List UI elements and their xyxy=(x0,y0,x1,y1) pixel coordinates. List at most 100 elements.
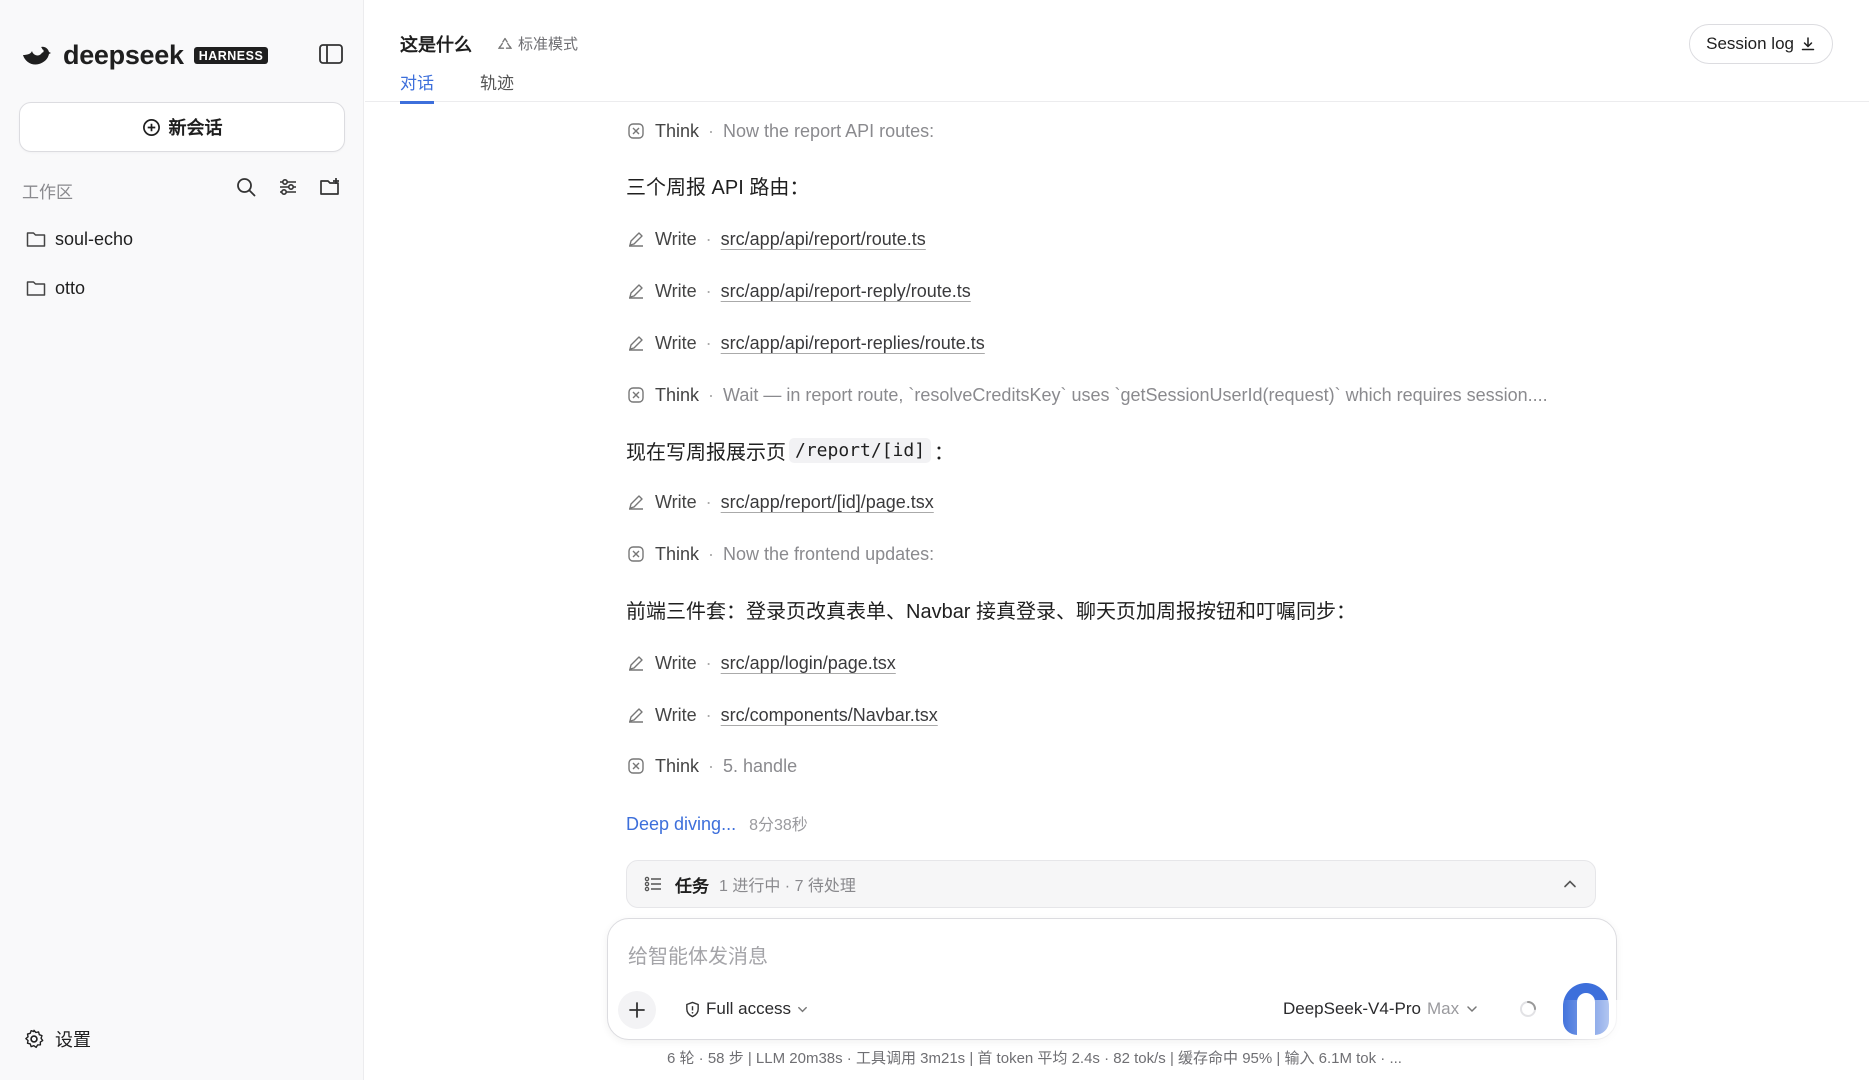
mode-indicator[interactable]: 标准模式 xyxy=(497,33,578,54)
chevron-down-icon xyxy=(1467,1006,1477,1013)
conversation-title: 这是什么 xyxy=(400,35,472,55)
write-step[interactable]: Write · src/app/api/report/route.ts xyxy=(626,224,926,254)
new-chat-button[interactable]: 新会话 xyxy=(19,102,345,152)
access-label: Full access xyxy=(706,999,792,1018)
folder-label: otto xyxy=(55,277,86,298)
message-input[interactable] xyxy=(628,939,1528,975)
brand-name: deepseek xyxy=(63,39,184,70)
think-text: Wait — in report route, `resolveCreditsK… xyxy=(723,384,1548,405)
task-list-icon xyxy=(644,876,661,892)
task-label: 任务 xyxy=(675,876,709,896)
session-log-label: Session log xyxy=(1706,34,1794,53)
loading-spinner-icon xyxy=(1520,1001,1536,1017)
step-kind: Write xyxy=(655,280,697,301)
search-icon[interactable] xyxy=(234,175,258,199)
think-step[interactable]: Think · Wait — in report route, `resolveC… xyxy=(626,380,1548,410)
folder-icon xyxy=(26,232,46,247)
task-status: 1 进行中 · 7 待处理 xyxy=(719,878,856,895)
inline-code: /report/[id] xyxy=(789,437,932,463)
settings-button[interactable]: 设置 xyxy=(23,1026,91,1052)
think-step[interactable]: Think · 5. handle xyxy=(626,751,797,781)
think-text: Now the report API routes: xyxy=(723,120,935,141)
sidebar: deepseek HARNESS 新会话 工作区 soul-echo otto … xyxy=(0,0,364,1080)
pencil-icon xyxy=(629,232,643,247)
new-folder-icon[interactable] xyxy=(318,175,342,199)
plus-circle-icon xyxy=(142,118,160,136)
session-stats: 6 轮 · 58 步 | LLM 20m38s · 工具调用 3m21s | 首… xyxy=(667,1050,1402,1067)
workspace-toolbar xyxy=(234,175,342,199)
recycle-icon xyxy=(497,37,513,49)
step-kind: Write xyxy=(655,332,697,353)
conversation-header: 这是什么 标准模式 对话 轨迹 Session log xyxy=(365,0,1869,104)
folder-icon xyxy=(26,281,46,296)
file-link[interactable]: src/app/api/report/route.ts xyxy=(721,229,926,250)
pencil-icon xyxy=(629,708,643,723)
mode-label: 标准模式 xyxy=(518,36,579,53)
model-selector[interactable]: DeepSeek-V4-Pro Max xyxy=(1283,999,1479,1019)
message-text: ： xyxy=(934,441,955,464)
write-step[interactable]: Write · src/app/api/report-replies/route.… xyxy=(626,328,985,358)
brand: deepseek HARNESS xyxy=(21,38,269,72)
step-kind: Write xyxy=(655,652,697,673)
plus-icon xyxy=(629,1002,645,1018)
working-status-text: Deep diving... xyxy=(626,814,737,834)
overlay-fade xyxy=(1560,1000,1869,1080)
think-step[interactable]: Think · Now the frontend updates: xyxy=(626,539,934,569)
think-text: Now the frontend updates: xyxy=(723,543,935,564)
pencil-icon xyxy=(629,495,643,510)
folder-item-otto[interactable]: otto xyxy=(26,273,85,303)
chevron-up-icon xyxy=(1564,880,1576,888)
file-link[interactable]: src/app/api/report-reply/route.ts xyxy=(721,281,971,302)
attach-button[interactable] xyxy=(618,991,656,1029)
new-chat-label: 新会话 xyxy=(168,118,223,138)
folder-item-soul-echo[interactable]: soul-echo xyxy=(26,224,133,254)
chevron-down-icon xyxy=(798,1006,807,1012)
working-status: Deep diving... 8分38秒 xyxy=(626,811,808,835)
pencil-icon xyxy=(629,284,643,299)
step-kind: Write xyxy=(655,491,697,512)
write-step[interactable]: Write · src/app/login/page.tsx xyxy=(626,648,896,678)
message-text: 现在写周报展示页 xyxy=(626,441,786,464)
workspace-label: 工作区 xyxy=(22,183,73,202)
brain-icon xyxy=(628,546,644,562)
write-step[interactable]: Write · src/app/report/[id]/page.tsx xyxy=(626,487,934,517)
write-step[interactable]: Write · src/components/Navbar.tsx xyxy=(626,700,938,730)
brand-badge: HARNESS xyxy=(193,46,269,64)
brain-icon xyxy=(628,758,644,774)
brain-icon xyxy=(628,387,644,403)
elapsed-time: 8分38秒 xyxy=(749,817,808,834)
think-step[interactable]: Think · Now the report API routes: xyxy=(626,116,934,146)
step-kind: Write xyxy=(655,704,697,725)
file-link[interactable]: src/app/api/report-replies/route.ts xyxy=(721,333,985,354)
gear-icon xyxy=(25,1029,44,1049)
download-icon xyxy=(1801,37,1815,51)
task-panel-toggle[interactable]: 任务 1 进行中 · 7 待处理 xyxy=(626,860,1596,908)
file-link[interactable]: src/app/login/page.tsx xyxy=(721,653,896,674)
write-step[interactable]: Write · src/app/api/report-reply/route.ts xyxy=(626,276,971,306)
file-link[interactable]: src/app/report/[id]/page.tsx xyxy=(721,492,934,513)
file-link[interactable]: src/components/Navbar.tsx xyxy=(721,705,938,726)
settings-label: 设置 xyxy=(55,1030,91,1050)
access-selector[interactable]: Full access xyxy=(684,999,809,1019)
tab-conversation[interactable]: 对话 xyxy=(400,69,434,104)
assistant-message: 前端三件套：登录页改真表单、Navbar 接真登录、聊天页加周报按钮和叮嘱同步： xyxy=(626,600,1357,623)
step-kind: Write xyxy=(655,228,697,249)
session-log-button[interactable]: Session log xyxy=(1689,24,1833,64)
assistant-message: 现在写周报展示页 /report/[id] ： xyxy=(626,433,954,467)
assistant-message: 三个周报 API 路由： xyxy=(626,176,810,199)
step-kind: Think xyxy=(655,120,700,141)
message-composer: Full access DeepSeek-V4-Pro Max xyxy=(607,918,1617,1040)
shield-icon xyxy=(686,1001,699,1017)
model-tier: Max xyxy=(1426,999,1460,1018)
brain-icon xyxy=(628,123,644,139)
pencil-icon xyxy=(629,656,643,671)
think-text: 5. handle xyxy=(723,755,798,776)
step-kind: Think xyxy=(655,755,700,776)
deepseek-whale-logo xyxy=(23,46,51,65)
tab-trajectory[interactable]: 轨迹 xyxy=(480,69,514,101)
filter-sliders-icon[interactable] xyxy=(276,175,300,199)
folder-label: soul-echo xyxy=(55,228,134,249)
pencil-icon xyxy=(629,336,643,351)
sidebar-toggle-icon[interactable] xyxy=(318,42,344,66)
step-kind: Think xyxy=(655,384,700,405)
